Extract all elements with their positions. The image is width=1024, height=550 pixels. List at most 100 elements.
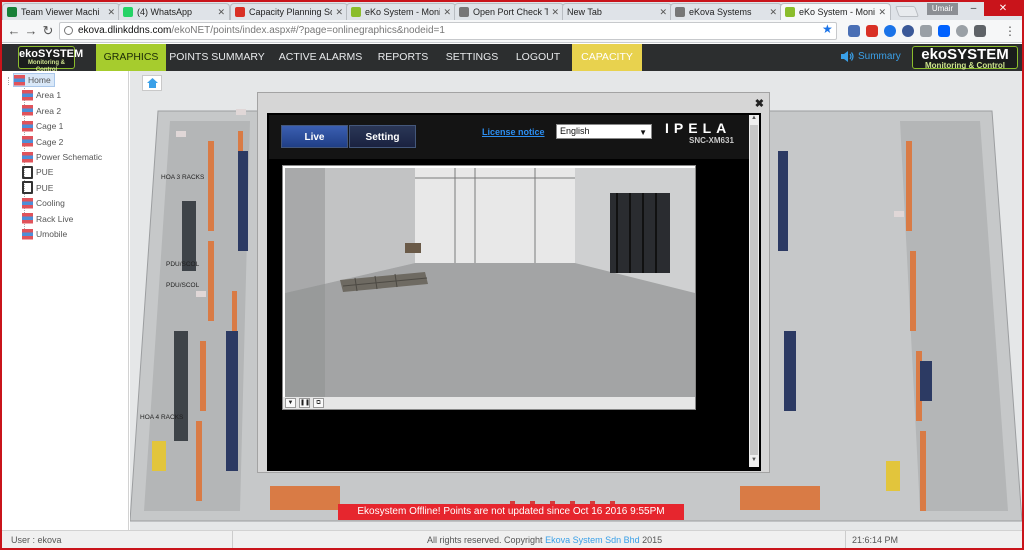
ekosystem-icon <box>785 7 795 17</box>
floor-label: HOA 4 RACKS <box>140 414 184 421</box>
copyright-text: All rights reserved. Copyright Ekova Sys… <box>427 535 663 545</box>
menu-icon[interactable]: ⋮ <box>1003 24 1017 38</box>
video-controls: ▼ ❚❚ ⧉ <box>283 397 695 409</box>
floor-label: HOA 3 RACKS <box>161 174 205 181</box>
tree-item-umobile[interactable]: Umobile <box>22 227 67 241</box>
close-tab-icon[interactable]: ✕ <box>659 7 667 18</box>
tree-item-area-1[interactable]: Area 1 <box>22 88 61 102</box>
bookmark-star-icon[interactable]: ★ <box>822 22 833 36</box>
camera-viewer: Live Setting License notice English ▼ IP… <box>267 113 761 471</box>
cloud-extension-icon[interactable] <box>956 25 968 37</box>
forward-arrow-icon[interactable]: → <box>24 24 38 38</box>
browser-tab[interactable]: Open Port Check To ✕ <box>454 3 564 20</box>
page-info-icon[interactable] <box>64 26 73 35</box>
user-label: User : ekova <box>11 535 62 545</box>
status-bar: User : ekova All rights reserved. Copyri… <box>2 530 1022 548</box>
tree-item-cage-1[interactable]: Cage 1 <box>22 119 63 133</box>
snapshot-button[interactable]: ⧉ <box>313 398 324 408</box>
tree-item-label: Cage 1 <box>36 121 64 132</box>
close-window-button[interactable]: ✕ <box>984 2 1022 16</box>
gmail-icon <box>235 7 245 17</box>
browser-tab[interactable]: eKo System - Monito ✕ <box>780 3 891 20</box>
license-notice-link[interactable]: License notice <box>482 127 545 137</box>
spreadsheet-icon <box>7 7 17 17</box>
tab-live[interactable]: Live <box>281 125 348 148</box>
tree-item-label: Area 1 <box>36 90 62 101</box>
browser-tab[interactable]: eKova Systems ✕ <box>670 3 782 20</box>
camera-model: SNC-XM631 <box>689 136 734 145</box>
browser-tab[interactable]: Capacity Planning Sc ✕ <box>230 3 348 20</box>
gmail-extension-icon[interactable] <box>866 25 878 37</box>
company-link[interactable]: Ekova System Sdn Bhd <box>545 535 640 545</box>
close-tab-icon[interactable]: ✕ <box>107 7 115 18</box>
tree-item-label: PUE <box>36 182 54 193</box>
nav-capacity[interactable]: CAPACITY <box>572 44 642 71</box>
tree-item-pue[interactable]: PUE <box>22 181 53 195</box>
tree-item-rack-live[interactable]: Rack Live <box>22 212 73 226</box>
nav-points-summary[interactable]: POINTS SUMMARY <box>169 44 265 71</box>
close-tab-icon[interactable]: ✕ <box>217 7 225 18</box>
tree-item-area-2[interactable]: Area 2 <box>22 104 61 118</box>
close-tab-icon[interactable]: ✕ <box>335 7 343 18</box>
offline-banner: Ekosystem Offline! Points are not update… <box>338 504 684 520</box>
globe-extension-icon[interactable] <box>902 25 914 37</box>
layers-icon <box>22 213 33 224</box>
home-tab[interactable] <box>142 75 162 91</box>
scroll-down-icon[interactable]: ▼ <box>750 457 758 463</box>
nav-reports[interactable]: REPORTS <box>372 44 434 87</box>
settings-extension-icon[interactable] <box>920 25 932 37</box>
close-icon[interactable]: ✖ <box>755 97 764 110</box>
url-host: ekova.dlinkddns.com <box>78 25 172 36</box>
close-tab-icon[interactable]: ✕ <box>443 7 451 18</box>
layers-icon <box>22 228 33 239</box>
move-extension-icon[interactable] <box>974 25 986 37</box>
tab-title: eKo System - Monito <box>799 7 876 17</box>
minimize-button[interactable]: – <box>964 2 983 16</box>
close-tab-icon[interactable]: ✕ <box>551 7 559 18</box>
new-tab-button[interactable] <box>894 6 920 17</box>
pause-button[interactable]: ❚❚ <box>299 398 310 408</box>
scrollbar-thumb[interactable] <box>750 125 758 455</box>
home-icon <box>146 78 158 88</box>
nav-logout[interactable]: LOGOUT <box>510 44 566 71</box>
page-icon <box>459 7 469 17</box>
nav-graphics[interactable]: GRAPHICS <box>96 44 166 71</box>
dropbox-extension-icon[interactable] <box>938 25 950 37</box>
ekosystem-icon <box>351 7 361 17</box>
translate-extension-icon[interactable] <box>848 25 860 37</box>
browser-window: Team Viewer Machi ✕ (4) WhatsApp ✕ Capacity … <box>2 2 1022 548</box>
browser-tab[interactable]: New Tab ✕ <box>562 3 672 20</box>
close-tab-icon[interactable]: ✕ <box>878 7 886 18</box>
address-bar[interactable]: ekova.dlinkddns.com/ekoNET/points/index.… <box>59 22 837 40</box>
summary-link[interactable]: Summary <box>840 50 901 63</box>
tree-item-power-schematic[interactable]: Power Schematic <box>22 150 102 164</box>
tree-item-home[interactable]: Home <box>13 73 55 87</box>
speaker-icon <box>841 51 854 62</box>
nav-active-alarms[interactable]: ACTIVE ALARMS <box>274 44 367 71</box>
tab-setting[interactable]: Setting <box>349 125 416 148</box>
profile-badge[interactable]: Umair <box>927 3 958 15</box>
video-frame: ▼ ❚❚ ⧉ <box>282 165 696 410</box>
live-video-feed[interactable] <box>285 168 695 397</box>
chrome-extension-icon[interactable] <box>884 25 896 37</box>
tree-item-label: Area 2 <box>36 105 62 116</box>
browser-tab[interactable]: Team Viewer Machi ✕ <box>2 3 120 20</box>
browser-tab[interactable]: eKo System - Monit ✕ <box>346 3 456 20</box>
back-arrow-icon[interactable]: ← <box>7 24 21 38</box>
tree-item-cage-2[interactable]: Cage 2 <box>22 135 63 149</box>
dropdown-button[interactable]: ▼ <box>285 398 296 408</box>
pue-icon <box>22 165 33 179</box>
layers-icon <box>22 136 33 147</box>
layers-icon <box>22 89 33 101</box>
layers-icon <box>22 105 33 116</box>
reload-icon[interactable]: ↻ <box>41 24 55 38</box>
ekosystem-logo-large: ekoSYSTEM Monitoring & Control <box>912 46 1018 70</box>
nav-settings[interactable]: SETTINGS <box>442 44 502 71</box>
scroll-up-icon[interactable]: ▲ <box>750 115 758 121</box>
tree-item-pue[interactable]: PUE <box>22 165 53 179</box>
modal-scrollbar[interactable]: ▲ ▼ <box>749 115 759 467</box>
language-select[interactable]: English ▼ <box>556 124 652 139</box>
tree-item-cooling[interactable]: Cooling <box>22 196 65 210</box>
browser-tab[interactable]: (4) WhatsApp ✕ <box>118 3 230 20</box>
close-tab-icon[interactable]: ✕ <box>769 7 777 18</box>
